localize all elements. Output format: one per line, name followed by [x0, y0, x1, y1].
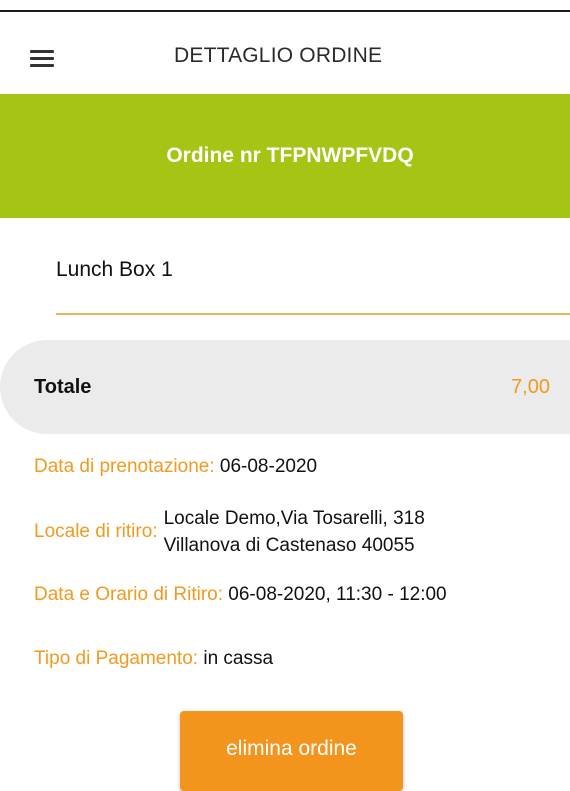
pickup-place-line1: Locale Demo,Via Tosarelli, 318 — [163, 508, 425, 529]
pickup-place-value: Locale Demo,Via Tosarelli, 318 Villanova… — [164, 505, 425, 559]
total-label: Totale — [34, 376, 92, 398]
app-bar: DETTAGLIO ORDINE — [0, 12, 570, 94]
item-divider — [56, 313, 570, 315]
booking-date-label: Data di prenotazione: — [34, 456, 215, 477]
payment-type-row: Tipo di Pagamento: in cassa — [34, 648, 273, 670]
hamburger-icon[interactable] — [30, 48, 60, 68]
delete-order-button[interactable]: elimina ordine — [180, 711, 403, 791]
booking-date-value: 06-08-2020 — [219, 456, 318, 477]
order-number-title: Ordine nr TFPNWPFVDQ — [166, 144, 414, 167]
pickup-time-value: 06-08-2020, 11:30 - 12:00 — [228, 584, 447, 605]
total-value: 7,00 — [511, 376, 550, 398]
delete-order-label: elimina ordine — [226, 737, 357, 760]
order-item: Lunch Box 1 — [56, 258, 173, 281]
payment-type-label: Tipo di Pagamento: — [34, 648, 199, 669]
page-title: DETTAGLIO ORDINE — [174, 44, 383, 67]
pickup-place-label: Locale di ritiro: — [34, 521, 158, 542]
pickup-place-row: Locale di ritiro: Locale Demo,Via Tosare… — [34, 505, 425, 559]
pickup-time-label: Data e Orario di Ritiro: — [34, 584, 224, 605]
booking-date-row: Data di prenotazione: 06-08-2020 — [34, 456, 317, 478]
pickup-place-line2: Villanova di Castenaso 40055 — [163, 535, 415, 556]
order-banner: Ordine nr TFPNWPFVDQ — [0, 94, 570, 218]
payment-type-value: in cassa — [203, 648, 274, 669]
pickup-time-row: Data e Orario di Ritiro: 06-08-2020, 11:… — [34, 584, 447, 606]
